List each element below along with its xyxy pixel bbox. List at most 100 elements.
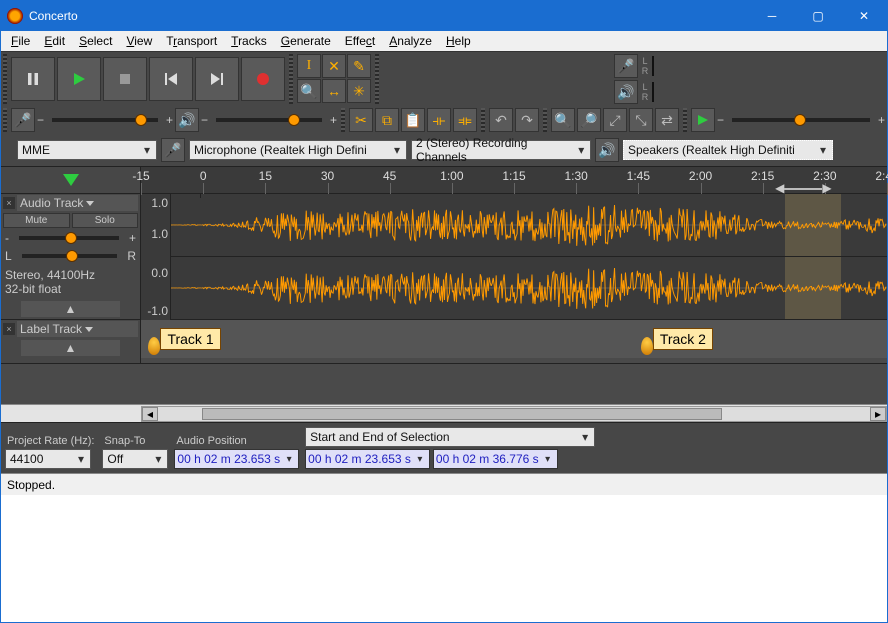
play-at-speed-button[interactable]	[691, 108, 715, 132]
label-flag[interactable]: Track 1	[148, 323, 220, 355]
recording-device-combo[interactable]: Microphone (Realtek High Defini▾	[189, 140, 407, 160]
monitor-hint[interactable]: Click to Start Monitoring	[652, 59, 654, 76]
track-collapse-button[interactable]: ▲	[21, 340, 120, 356]
playhead-icon[interactable]	[63, 174, 79, 186]
toolbar-grip[interactable]	[289, 54, 293, 104]
mic-icon: 🎤	[11, 108, 35, 132]
playback-device-combo[interactable]: Speakers (Realtek High Definiti▾	[623, 140, 833, 160]
play-button[interactable]	[57, 57, 101, 101]
paste-icon[interactable]: 📋	[401, 108, 425, 132]
track-close-button[interactable]: ×	[3, 197, 15, 209]
toolbar-grip[interactable]	[683, 108, 687, 132]
recording-meter[interactable]: -57-54-51-48-45-42-39-36-33-30-27-24-21-…	[652, 56, 654, 76]
playback-speed-slider[interactable]	[732, 118, 870, 122]
mute-button[interactable]: Mute	[3, 213, 70, 228]
play-at-speed-toolbar: − +	[689, 106, 887, 134]
menu-select[interactable]: Select	[73, 32, 118, 50]
menu-effect[interactable]: Effect	[339, 32, 381, 50]
playback-volume-slider[interactable]	[216, 118, 322, 122]
undo-icon[interactable]: ↶	[489, 108, 513, 132]
zoom-tool-icon[interactable]: 🔍	[297, 79, 321, 103]
label-track-header: × Label Track ▲	[1, 320, 141, 363]
mic-meter-icon[interactable]: 🎤	[614, 54, 638, 78]
menu-help[interactable]: Help	[440, 32, 477, 50]
envelope-tool-icon[interactable]: ✕	[322, 54, 346, 78]
selection-start-field[interactable]: 00 h 02 m 23.653 s▾	[305, 449, 430, 469]
stop-button[interactable]	[103, 57, 147, 101]
waveform-left[interactable]	[171, 194, 887, 257]
track-menu-button[interactable]: Audio Track	[17, 195, 138, 211]
record-button[interactable]	[241, 57, 285, 101]
selection-end-field[interactable]: 00 h 02 m 36.776 s▾	[433, 449, 558, 469]
silence-icon[interactable]: ⟚	[453, 108, 477, 132]
multi-tool-icon[interactable]: ✳	[347, 79, 371, 103]
zoom-out-icon[interactable]: 🔎	[577, 108, 601, 132]
draw-tool-icon[interactable]: ✎	[347, 54, 371, 78]
timeshift-tool-icon[interactable]: ↔	[322, 79, 346, 103]
label-track-body[interactable]: Track 1 Track 2	[141, 320, 887, 358]
fit-project-icon[interactable]: ⤡	[629, 108, 653, 132]
timeline-ruler[interactable]: -1501530451:001:151:301:452:002:152:302:…	[1, 166, 887, 194]
snap-to-label: Snap-To	[102, 435, 168, 447]
track-close-button[interactable]: ×	[3, 323, 15, 335]
maximize-button[interactable]: ▢	[795, 1, 841, 31]
menu-generate[interactable]: Generate	[275, 32, 337, 50]
toolbar-grip[interactable]	[543, 108, 547, 132]
scroll-right-icon[interactable]: ▸	[870, 407, 886, 421]
playback-meter[interactable]: -57-54-51-48-45-42-39-36-33-30-27-24-21-…	[652, 82, 654, 102]
minimize-button[interactable]: ─	[749, 1, 795, 31]
label-pin-icon[interactable]	[641, 337, 653, 355]
undo-toolbar: ↶ ↷	[487, 106, 541, 134]
waveform-right[interactable]	[171, 257, 887, 319]
recording-channels-combo[interactable]: 2 (Stereo) Recording Channels▾	[411, 140, 591, 160]
menu-analyze[interactable]: Analyze	[383, 32, 438, 50]
zoom-toggle-icon[interactable]: ⇄	[655, 108, 679, 132]
audio-host-combo[interactable]: MME▾	[17, 140, 157, 160]
zoom-in-icon[interactable]: 🔍	[551, 108, 575, 132]
toolbar-grip[interactable]	[341, 108, 345, 132]
speaker-icon: 🔊	[175, 108, 199, 132]
horizontal-scrollbar[interactable]: ◂ ▸	[141, 406, 887, 422]
label-pin-icon[interactable]	[148, 337, 160, 355]
fit-selection-icon[interactable]: ⤢	[603, 108, 627, 132]
track-vscale[interactable]: 1.00.0-1.0	[141, 194, 171, 289]
recording-volume-slider[interactable]	[52, 118, 158, 122]
track-menu-button[interactable]: Label Track	[17, 321, 138, 337]
copy-icon[interactable]: ⧉	[375, 108, 399, 132]
snap-to-combo[interactable]: Off▾	[102, 449, 168, 469]
solo-button[interactable]: Solo	[72, 213, 139, 228]
speaker-meter-icon[interactable]: 🔊	[614, 80, 638, 104]
pause-button[interactable]	[11, 57, 55, 101]
label-text[interactable]: Track 2	[653, 328, 713, 350]
track-format: Stereo, 44100Hz 32-bit float	[1, 265, 140, 299]
empty-track-area[interactable]	[1, 364, 887, 404]
toolbar-grip[interactable]	[375, 54, 379, 104]
menu-transport[interactable]: Transport	[160, 32, 223, 50]
toolbar-grip[interactable]	[481, 108, 485, 132]
trim-icon[interactable]: ⟛	[427, 108, 451, 132]
toolbar-area: I ✕ ✎ 🔍 ↔ ✳ 🎤 LR -57-54-51-48-45-42-39-3…	[1, 51, 887, 166]
scrollbar-thumb[interactable]	[202, 408, 723, 420]
toolbar-grip[interactable]	[3, 54, 7, 104]
gain-slider[interactable]: - +	[1, 229, 140, 247]
label-text[interactable]: Track 1	[160, 328, 220, 350]
label-flag[interactable]: Track 2	[641, 323, 713, 355]
pan-slider[interactable]: L R	[1, 247, 140, 265]
track-area: × Audio Track Mute Solo - + L R Stereo, …	[1, 194, 887, 364]
menu-view[interactable]: View	[120, 32, 158, 50]
track-collapse-button[interactable]: ▲	[21, 301, 120, 317]
menu-file[interactable]: File	[5, 32, 36, 50]
menu-tracks[interactable]: Tracks	[225, 32, 273, 50]
skip-end-button[interactable]	[195, 57, 239, 101]
audio-position-field[interactable]: 00 h 02 m 23.653 s▾	[174, 449, 299, 469]
project-rate-combo[interactable]: 44100▾	[5, 449, 91, 469]
scroll-left-icon[interactable]: ◂	[142, 407, 158, 421]
menu-edit[interactable]: Edit	[38, 32, 71, 50]
toolbar-grip[interactable]	[3, 108, 7, 132]
selection-mode-combo[interactable]: Start and End of Selection▾	[305, 427, 595, 447]
close-button[interactable]: ✕	[841, 1, 887, 31]
redo-icon[interactable]: ↷	[515, 108, 539, 132]
skip-start-button[interactable]	[149, 57, 193, 101]
selection-tool-icon[interactable]: I	[297, 54, 321, 78]
cut-icon[interactable]: ✂	[349, 108, 373, 132]
